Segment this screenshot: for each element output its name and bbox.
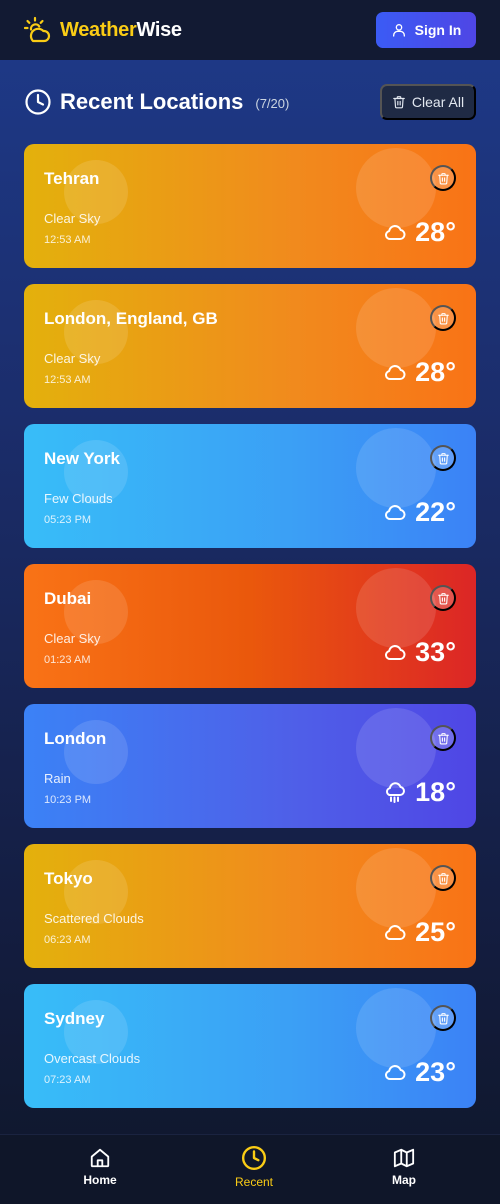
temperature-group: 22° [383,494,456,530]
temperature-group: 18° [383,774,456,810]
location-card[interactable]: New York Few Clouds 05:23 PM 22° [24,424,476,548]
trash-icon [437,1012,449,1024]
trash-icon [437,732,449,744]
temperature-group: 33° [383,634,456,670]
location-city: Dubai [44,589,92,608]
page-title: Recent Locations [60,89,244,114]
temperature-group: 25° [383,914,456,950]
temperature-group: 23° [383,1054,456,1090]
location-city: Tehran [44,169,100,188]
cloud-icon [385,225,406,241]
brand-name: WeatherWise [60,19,182,42]
location-card[interactable]: London Rain 10:23 PM 18° [24,704,476,828]
clear-all-button[interactable]: Clear All [380,84,476,120]
temperature: 23° [415,1056,456,1087]
location-card[interactable]: London, England, GB Clear Sky 12:53 AM 2… [24,284,476,408]
nav-label-recent: Recent [234,1175,274,1189]
nav-label-home: Home [83,1173,117,1187]
weather-condition: Rain [44,771,71,786]
local-time: 12:53 AM [44,374,91,386]
user-icon [392,24,405,37]
temperature: 33° [415,636,456,667]
local-time: 07:23 AM [44,1074,91,1086]
weather-condition: Clear Sky [44,631,101,646]
rain-cloud-icon [386,782,406,803]
top-bar: WeatherWise Sign In [0,0,500,60]
recent-locations-list: Tehran Clear Sky 12:53 AM 28° London, En… [24,144,476,1124]
location-card[interactable]: Tokyo Scattered Clouds 06:23 AM 25° [24,844,476,968]
cloud-icon [385,365,406,381]
trash-icon [437,312,449,324]
home-icon [90,1148,110,1168]
trash-icon [437,452,449,464]
weather-condition: Clear Sky [44,351,101,366]
temperature: 25° [415,916,456,947]
location-card[interactable]: Dubai Clear Sky 01:23 AM 33° [24,564,476,688]
weather-condition: Few Clouds [44,491,113,506]
location-card[interactable]: Sydney Overcast Clouds 07:23 AM 23° [24,984,476,1108]
brand-logo[interactable]: WeatherWise [24,16,182,44]
delete-location-button[interactable] [430,445,456,471]
trash-icon [437,592,449,604]
delete-location-button[interactable] [430,165,456,191]
local-time: 05:23 PM [44,514,92,526]
temperature: 28° [415,356,456,387]
temperature: 18° [415,776,456,807]
delete-location-button[interactable] [430,1005,456,1031]
trash-icon [437,172,449,184]
local-time: 12:53 AM [44,234,91,246]
cloud-icon [385,505,406,521]
trash-icon [437,872,449,884]
clock-icon [241,1145,267,1171]
delete-location-button[interactable] [430,725,456,751]
temperature: 28° [415,216,456,247]
nav-label-map: Map [392,1173,416,1187]
clear-all-label: Clear All [411,94,465,110]
local-time: 06:23 AM [44,934,91,946]
sun-cloud-icon [24,16,51,43]
weather-condition: Overcast Clouds [44,1051,141,1066]
cloud-icon [385,645,406,661]
location-city: New York [44,449,120,468]
sign-in-label: Sign In [414,22,462,38]
cloud-icon [385,925,406,941]
nav-item-recent[interactable]: Recent [214,1145,294,1197]
weather-condition: Scattered Clouds [44,911,144,926]
nav-item-home[interactable]: Home [60,1147,140,1197]
bottom-nav: Home Recent Map [0,1134,500,1204]
location-city: Tokyo [44,869,93,888]
sign-in-button[interactable]: Sign In [376,12,476,48]
location-city: Sydney [44,1009,105,1028]
local-time: 01:23 AM [44,654,91,666]
weather-condition: Clear Sky [44,211,101,226]
temperature-group: 28° [383,214,456,250]
brand-name-part1: Weather [60,18,137,41]
location-count: (7/20) [255,95,290,111]
delete-location-button[interactable] [430,305,456,331]
delete-location-button[interactable] [430,865,456,891]
cloud-icon [385,1065,406,1081]
clock-icon [25,89,51,115]
delete-location-button[interactable] [430,585,456,611]
recent-locations-header: Recent Locations (7/20) Clear All [24,84,476,120]
local-time: 10:23 PM [44,794,92,806]
brand-name-part2: Wise [136,18,182,41]
location-city: London, England, GB [44,309,218,328]
location-city: London [44,729,107,748]
map-icon [393,1148,415,1168]
temperature: 22° [415,496,456,527]
temperature-group: 28° [383,354,456,390]
trash-icon [393,96,405,109]
location-card[interactable]: Tehran Clear Sky 12:53 AM 28° [24,144,476,268]
nav-item-map[interactable]: Map [364,1147,444,1197]
